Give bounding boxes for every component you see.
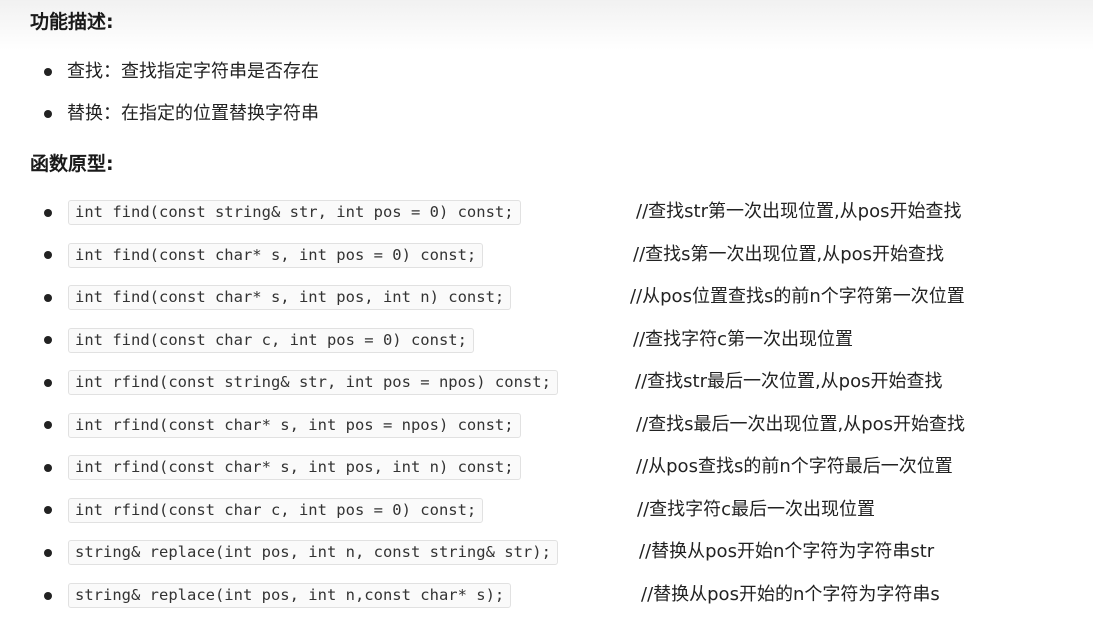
header-shade (0, 0, 1093, 50)
description-item-text: 替换：在指定的位置替换字符串 (67, 103, 319, 124)
code-comment: //替换从pos开始的n个字符为字符串s (641, 584, 940, 605)
code-signature: string& replace(int pos, int n, const st… (68, 540, 558, 565)
code-comment: //从pos查找s的前n个字符最后一次位置 (636, 456, 953, 477)
bullet-icon (44, 592, 52, 600)
code-comment: //从pos位置查找s的前n个字符第一次位置 (630, 286, 965, 307)
bullet-icon (44, 336, 52, 344)
code-comment: //替换从pos开始n个字符为字符串str (639, 541, 935, 562)
code-signature: int find(const char c, int pos = 0) cons… (68, 328, 474, 353)
code-signature: int rfind(const string& str, int pos = n… (68, 370, 558, 395)
code-comment: //查找字符c第一次出现位置 (633, 329, 854, 350)
code-signature: string& replace(int pos, int n,const cha… (68, 583, 512, 608)
description-item-text: 查找：查找指定字符串是否存在 (67, 61, 319, 82)
code-signature: int rfind(const char* s, int pos = npos)… (68, 413, 521, 438)
bullet-icon (44, 421, 52, 429)
bullet-icon (44, 294, 52, 302)
code-signature: int rfind(const char c, int pos = 0) con… (68, 498, 484, 523)
bullet-icon (44, 251, 52, 259)
description-heading: 功能描述: (30, 11, 114, 33)
bullet-icon (44, 379, 52, 387)
bullet-icon (44, 506, 52, 514)
bullet-icon (44, 464, 52, 472)
code-signature: int find(const string& str, int pos = 0)… (68, 200, 521, 225)
prototype-heading: 函数原型: (30, 153, 114, 175)
bullet-icon (44, 68, 52, 76)
bullet-icon (44, 209, 52, 217)
bullet-icon (44, 110, 52, 118)
code-comment: //查找s最后一次出现位置,从pos开始查找 (636, 414, 966, 435)
code-comment: //查找str第一次出现位置,从pos开始查找 (636, 201, 962, 222)
bullet-icon (44, 549, 52, 557)
code-comment: //查找字符c最后一次出现位置 (637, 499, 876, 520)
code-signature: int find(const char* s, int pos, int n) … (68, 285, 512, 310)
code-comment: //查找str最后一次位置,从pos开始查找 (635, 371, 943, 392)
code-signature: int find(const char* s, int pos = 0) con… (68, 243, 484, 268)
code-signature: int rfind(const char* s, int pos, int n)… (68, 455, 521, 480)
code-comment: //查找s第一次出现位置,从pos开始查找 (633, 244, 945, 265)
